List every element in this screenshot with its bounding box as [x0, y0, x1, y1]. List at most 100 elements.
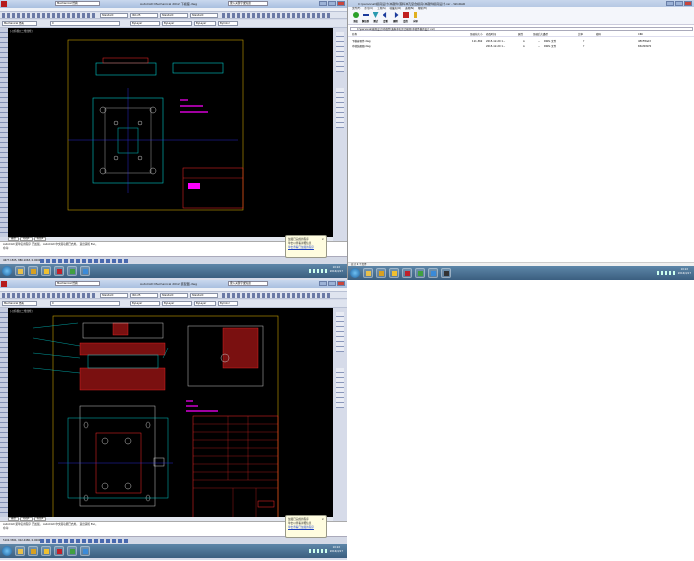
balloon-link[interactable]: 单击查看已加载的程序	[288, 526, 324, 530]
color-select[interactable]: ByLayer	[130, 301, 160, 306]
clock[interactable]: 10:22 2016/4/17	[330, 546, 343, 554]
close-icon[interactable]: ×	[321, 517, 324, 521]
winrar-taskbar-button[interactable]	[441, 268, 451, 278]
minimize-button[interactable]	[319, 281, 327, 286]
workspace-combo[interactable]: Mechanical 经典	[2, 301, 37, 306]
col-ratio[interactable]: 比率	[578, 33, 583, 37]
col-size[interactable]: 压缩前大小	[470, 33, 483, 37]
balloon-link[interactable]: 单击查看已加载的程序	[288, 246, 324, 250]
maximize-button[interactable]	[675, 1, 683, 6]
search-input[interactable]: 键入关键字或短语	[228, 281, 268, 286]
close-button[interactable]	[684, 1, 692, 6]
minimize-button[interactable]	[319, 1, 327, 6]
toolbar-icons[interactable]	[2, 13, 97, 18]
workspace-select[interactable]: Mechanical 经典	[55, 1, 100, 6]
color-select[interactable]: ByLayer	[130, 21, 160, 26]
view-button[interactable]: 查看	[382, 11, 389, 24]
dim-style-select[interactable]: ISO-25	[130, 293, 158, 298]
app-taskbar-button[interactable]	[28, 266, 38, 276]
app-taskbar-button[interactable]	[67, 546, 77, 556]
app-taskbar-button[interactable]	[415, 268, 425, 278]
explorer-taskbar-button[interactable]	[15, 546, 25, 556]
drafting-mode-toggles[interactable]	[40, 259, 130, 263]
system-tray[interactable]	[309, 549, 327, 553]
maximize-button[interactable]	[328, 1, 336, 6]
autocad-taskbar-button[interactable]	[54, 266, 64, 276]
lineweight-select[interactable]: ByLayer	[194, 21, 216, 26]
draw-toolbar-icons[interactable]	[222, 293, 332, 298]
close-button[interactable]	[337, 1, 345, 6]
linetype-select[interactable]: ByLayer	[162, 301, 192, 306]
search-input[interactable]: 键入关键字或短语	[228, 1, 268, 6]
minimize-button[interactable]	[666, 1, 674, 6]
nav-tools[interactable]	[336, 32, 344, 72]
app-taskbar-button[interactable]	[80, 546, 90, 556]
address-bar[interactable]: C:\personal\模具设计\冲裁件\落料冲孔复合模具\冲裁件模具设计.ra…	[350, 27, 693, 31]
plot-style-select[interactable]: ByColor	[218, 21, 238, 26]
start-button[interactable]	[2, 266, 12, 276]
col-modified[interactable]: 修改时间	[486, 33, 496, 37]
table-style-select[interactable]: Standard	[160, 13, 188, 18]
autocad-taskbar-button[interactable]	[54, 546, 64, 556]
col-attr[interactable]: 属性	[518, 33, 523, 37]
extract-button[interactable]: 解压到	[362, 11, 369, 24]
close-button[interactable]	[337, 281, 345, 286]
explorer-taskbar-button[interactable]	[363, 268, 373, 278]
col-name[interactable]: 名称	[352, 33, 357, 37]
lineweight-select[interactable]: ByLayer	[194, 301, 216, 306]
app-taskbar-button[interactable]	[428, 268, 438, 278]
autocad-taskbar-button[interactable]	[402, 268, 412, 278]
app-taskbar-button[interactable]	[389, 268, 399, 278]
drawing-canvas[interactable]: [-][俯视][二维线框]	[8, 308, 333, 522]
system-tray[interactable]	[657, 271, 675, 275]
nav-tools[interactable]	[336, 312, 344, 352]
explorer-taskbar-button[interactable]	[15, 266, 25, 276]
table-style-select[interactable]: Standard	[160, 293, 188, 298]
drawing-canvas[interactable]: [-][俯视][二维线框]	[8, 28, 333, 237]
viewport-label[interactable]: [-][俯视][二维线框]	[10, 309, 33, 313]
find-button[interactable]: 查找	[402, 11, 409, 24]
autocad-logo-icon[interactable]	[1, 1, 7, 7]
layer-select[interactable]: 0	[50, 301, 120, 306]
workspace-select[interactable]: Mechanical 经典	[55, 281, 100, 286]
clock[interactable]: 10:22 2016/4/17	[330, 266, 343, 274]
col-password[interactable]: 密码	[596, 33, 601, 37]
workspace-combo[interactable]: Mechanical 经典	[2, 21, 37, 26]
plot-style-select[interactable]: ByColor	[218, 301, 238, 306]
autocad-logo-icon[interactable]	[1, 281, 7, 287]
start-button[interactable]	[350, 268, 360, 278]
zoom-tools[interactable]	[336, 368, 344, 408]
clock[interactable]: 10:22 2016/4/17	[678, 268, 691, 276]
app-taskbar-button[interactable]	[80, 266, 90, 276]
toolbar-icons[interactable]	[2, 293, 97, 298]
text-style-select[interactable]: Standard	[100, 13, 128, 18]
drafting-mode-toggles[interactable]	[40, 539, 130, 543]
text-style-select[interactable]: Standard	[100, 293, 128, 298]
close-icon[interactable]: ×	[321, 237, 324, 241]
mleader-style-select[interactable]: Standard	[190, 293, 218, 298]
layer-select[interactable]: 0	[50, 21, 120, 26]
system-tray[interactable]	[309, 269, 327, 273]
draw-toolbar-icons[interactable]	[222, 13, 332, 18]
delete-button[interactable]: 删除	[392, 11, 399, 24]
dim-style-select[interactable]: ISO-25	[130, 13, 158, 18]
test-button[interactable]: 测试	[372, 11, 379, 24]
add-button[interactable]: 添加	[352, 11, 359, 24]
app-taskbar-button[interactable]	[41, 546, 51, 556]
notification-balloon[interactable]: × 加载已完成的程序 单击以查看详细信息 单击查看已加载的程序	[285, 515, 327, 538]
modify-palette[interactable]	[0, 28, 8, 237]
linetype-select[interactable]: ByLayer	[162, 21, 192, 26]
mleader-style-select[interactable]: Standard	[190, 13, 218, 18]
maximize-button[interactable]	[328, 281, 336, 286]
modify-palette[interactable]	[0, 308, 8, 517]
app-taskbar-button[interactable]	[376, 268, 386, 278]
app-taskbar-button[interactable]	[28, 546, 38, 556]
viewport-label[interactable]: [-][俯视][二维线框]	[10, 29, 33, 33]
col-crc[interactable]: CRC	[638, 33, 643, 37]
file-row[interactable]: 下模座零件.dwg 111,362 2015-12-20 1... A -- D…	[348, 40, 694, 44]
col-type[interactable]: 类型	[543, 33, 548, 37]
file-row[interactable]: 冲裁装配图.dwg 2015-12-20 1... A -- DWG 文件 ? …	[348, 45, 694, 49]
app-taskbar-button[interactable]	[41, 266, 51, 276]
app-taskbar-button[interactable]	[67, 266, 77, 276]
notification-balloon[interactable]: × 加载已完成的程序 单击以查看详细信息 单击查看已加载的程序	[285, 235, 327, 258]
